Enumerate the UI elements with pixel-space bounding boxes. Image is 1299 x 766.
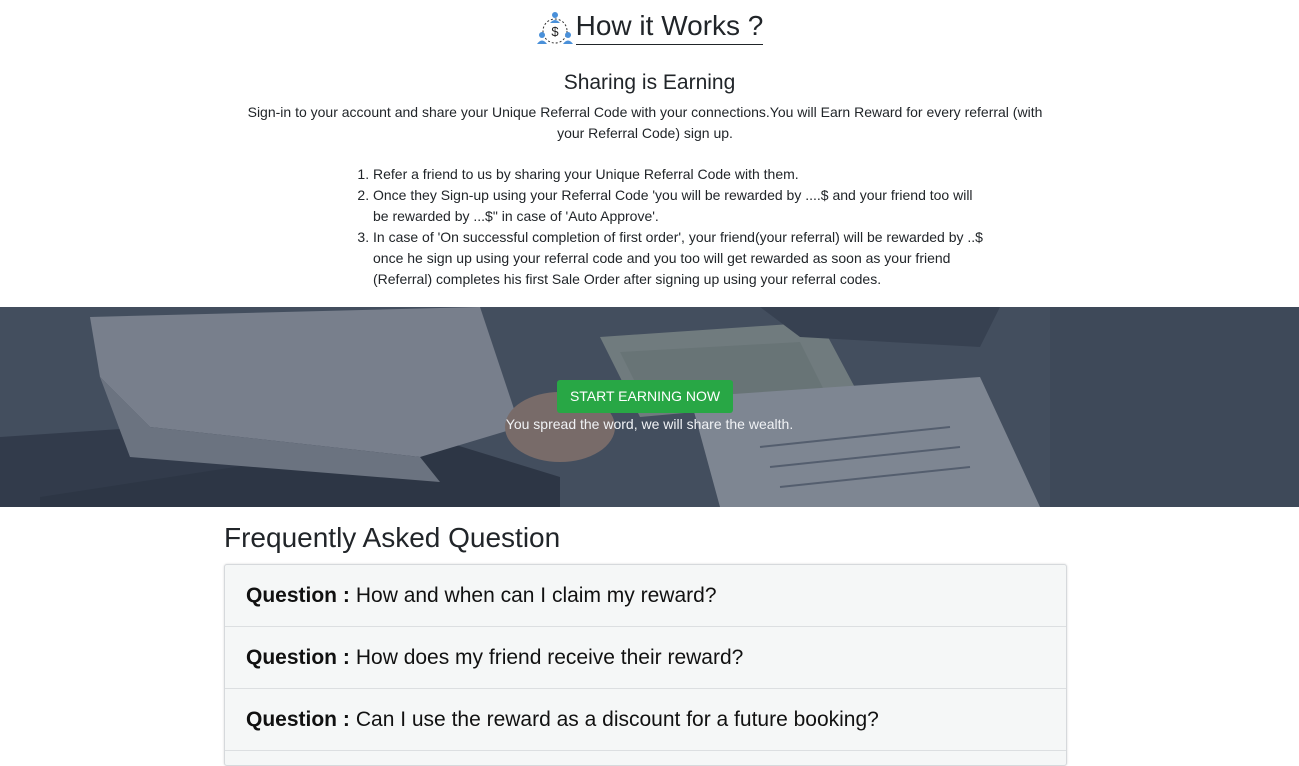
faq-question-text: Can I use the reward as a discount for a… bbox=[355, 707, 879, 731]
start-earning-button[interactable]: START EARNING NOW bbox=[557, 380, 733, 413]
faq-question-label: Question : bbox=[246, 583, 350, 607]
faq-item[interactable]: Question : How does my friend receive th… bbox=[225, 627, 1066, 689]
faq-item[interactable]: Question : Can I use the reward as a dis… bbox=[225, 689, 1066, 751]
faq-question-text: How and when can I claim my reward? bbox=[355, 583, 717, 607]
hero-banner: START EARNING NOW You spread the word, w… bbox=[0, 307, 1299, 507]
faq-list: Question : How and when can I claim my r… bbox=[224, 564, 1067, 766]
referral-money-icon: $ bbox=[536, 11, 574, 45]
step-item: Once they Sign-up using your Referral Co… bbox=[373, 185, 983, 227]
hero-tagline: You spread the word, we will share the w… bbox=[505, 416, 794, 432]
title-wrap: $ How it Works ? bbox=[536, 8, 764, 45]
faq-item[interactable]: Question : How and when can I claim my r… bbox=[225, 565, 1066, 627]
steps-list: Refer a friend to us by sharing your Uni… bbox=[349, 164, 983, 290]
step-item: Refer a friend to us by sharing your Uni… bbox=[373, 164, 983, 185]
section-subtitle: Sharing is Earning bbox=[563, 71, 736, 94]
faq-title: Frequently Asked Question bbox=[224, 522, 561, 553]
intro-text: Sign-in to your account and share your U… bbox=[247, 104, 1043, 141]
faq-question-label: Question : bbox=[246, 707, 350, 731]
faq-question-text: How does my friend receive their reward? bbox=[355, 645, 744, 669]
page-title: How it Works ? bbox=[575, 8, 764, 45]
how-it-works-header: $ How it Works ? bbox=[0, 8, 1299, 50]
svg-text:$: $ bbox=[551, 24, 559, 39]
step-item: In case of 'On successful completion of … bbox=[373, 227, 983, 290]
faq-question-label: Question : bbox=[246, 645, 350, 669]
